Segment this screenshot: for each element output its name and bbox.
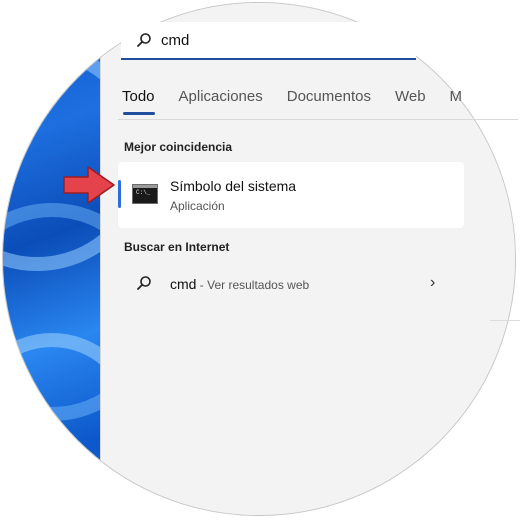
result-subtitle: Aplicación [170, 199, 225, 213]
panel-divider-line [490, 320, 520, 321]
search-input[interactable] [161, 31, 361, 49]
tab-documentos[interactable]: Documentos [287, 88, 371, 105]
active-tab-indicator [123, 112, 155, 115]
internet-heading: Buscar en Internet [124, 240, 230, 254]
tabs-divider [118, 119, 518, 120]
search-icon [136, 275, 152, 296]
cmd-icon: C:\_ [132, 184, 158, 204]
tab-todo[interactable]: Todo [122, 88, 155, 105]
best-match-heading: Mejor coincidencia [124, 140, 233, 154]
web-query-suffix: - Ver resultados web [196, 278, 310, 292]
result-title: Símbolo del sistema [170, 178, 297, 194]
search-icon [135, 31, 153, 49]
chevron-right-icon[interactable]: › [430, 274, 435, 292]
web-query: cmd - Ver resultados web [170, 276, 309, 292]
web-query-text: cmd [170, 276, 197, 292]
zoom-circle [2, 2, 516, 516]
tab-more[interactable]: M [450, 88, 463, 105]
web-search-result[interactable]: cmd - Ver resultados web › [118, 262, 464, 306]
red-arrow-icon [63, 166, 115, 204]
best-match-result[interactable]: C:\_ Símbolo del sistema Aplicación [118, 162, 464, 228]
tab-aplicaciones[interactable]: Aplicaciones [179, 88, 263, 105]
filter-tabs: Todo Aplicaciones Documentos Web M [122, 88, 486, 105]
search-input-box[interactable] [121, 22, 416, 60]
search-panel [100, 3, 515, 515]
desktop-wallpaper [3, 3, 101, 515]
tab-web[interactable]: Web [395, 88, 426, 105]
